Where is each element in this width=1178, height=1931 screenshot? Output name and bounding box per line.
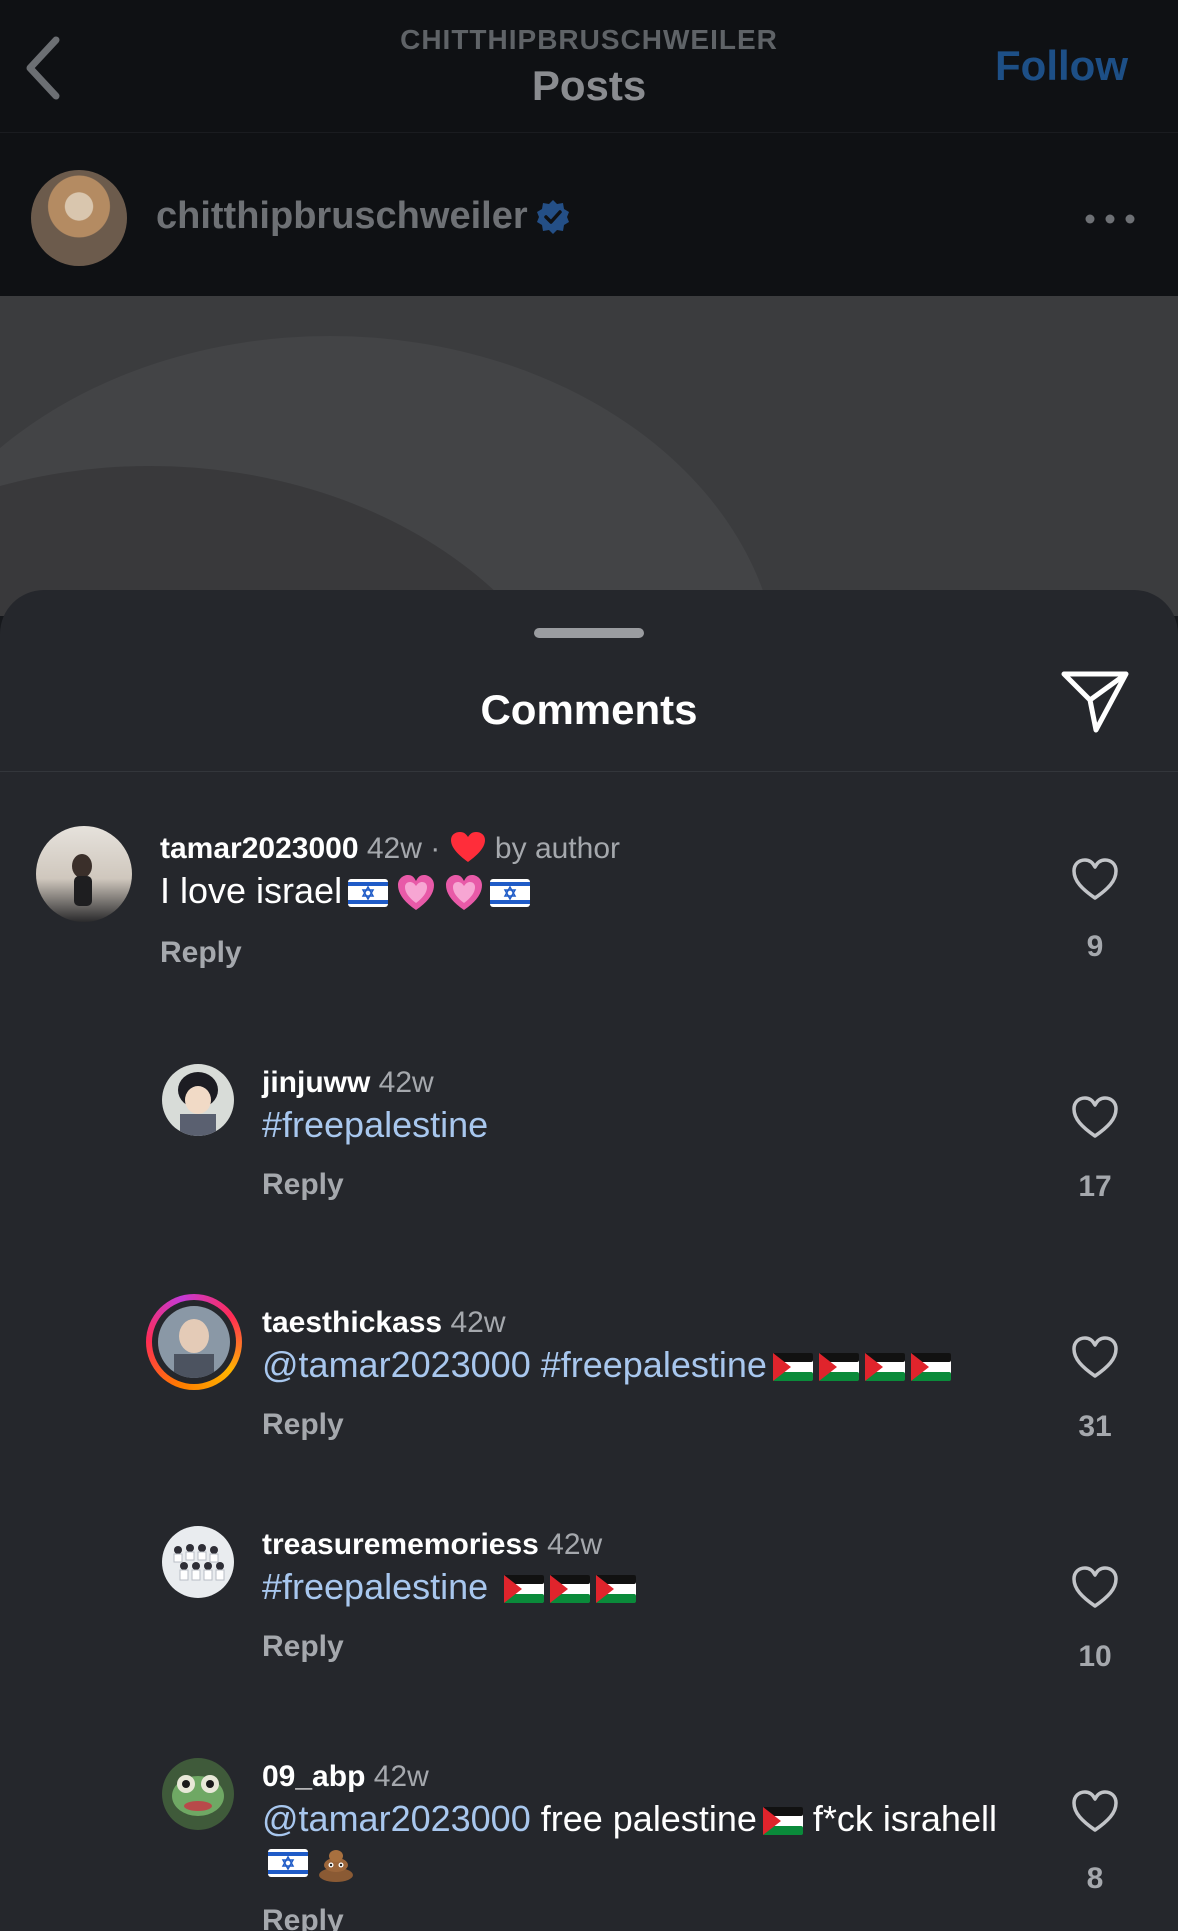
- comment-time: 42w: [547, 1528, 603, 1561]
- comments-title: Comments: [480, 686, 698, 733]
- like-count: 8: [1086, 1862, 1104, 1895]
- comment-text: I love israel: [160, 870, 531, 913]
- story-ring[interactable]: [146, 1294, 242, 1390]
- sheet-drag-handle[interactable]: [534, 628, 644, 638]
- like-count: 10: [1078, 1640, 1112, 1673]
- israel-flag-icon: [268, 1849, 308, 1878]
- heart-outline-icon[interactable]: [1070, 856, 1120, 902]
- comment-body: I love israel: [160, 870, 343, 911]
- like-count: 9: [1086, 930, 1104, 963]
- like-count: 17: [1078, 1170, 1112, 1203]
- israel-flag-icon: [348, 879, 389, 908]
- palestine-flag-icon: [864, 1353, 905, 1382]
- divider: [0, 771, 1178, 772]
- comment-header: treasurememoriess 42w: [262, 1528, 602, 1562]
- hashtag-link[interactable]: #freepalestine: [262, 1104, 488, 1145]
- palestine-flag-icon: [818, 1353, 859, 1382]
- reply-button[interactable]: Reply: [262, 1168, 344, 1202]
- comment-time: 42w: [450, 1306, 506, 1339]
- more-horizontal-icon[interactable]: [1084, 209, 1136, 229]
- hashtag-link[interactable]: #freepalestine: [262, 1566, 488, 1607]
- avatar[interactable]: [31, 170, 127, 266]
- avatar[interactable]: [162, 1758, 234, 1830]
- comment-body: israhell: [882, 1798, 997, 1839]
- comment-header: taesthickass 42w: [262, 1306, 506, 1340]
- comments-sheet: Comments tamar2023000 42w · by author I …: [0, 590, 1178, 1931]
- send-icon[interactable]: [1060, 670, 1130, 734]
- comment-text: #freepalestine: [262, 1104, 488, 1146]
- mention-link[interactable]: @tamar2023000: [262, 1798, 531, 1839]
- israel-flag-icon: [490, 879, 531, 908]
- reply-button[interactable]: Reply: [262, 1408, 344, 1442]
- pink-heart-icon: [446, 875, 483, 911]
- top-bar: CHITTHIPBRUSCHWEILER Posts Follow: [0, 0, 1178, 132]
- heart-outline-icon[interactable]: [1070, 1094, 1120, 1140]
- comment-time: 42w: [366, 832, 422, 865]
- avatar[interactable]: [162, 1526, 234, 1598]
- avatar[interactable]: [162, 1064, 234, 1136]
- comment-username[interactable]: 09_abp: [262, 1760, 365, 1793]
- follow-button[interactable]: Follow: [995, 42, 1128, 90]
- palestine-flag-icon: [504, 1575, 545, 1604]
- post-image: [0, 296, 1178, 616]
- palestine-flag-icon: [596, 1575, 637, 1604]
- comment-username[interactable]: jinjuww: [262, 1066, 370, 1099]
- reply-button[interactable]: Reply: [160, 936, 242, 970]
- comment-text: #freepalestine: [262, 1566, 637, 1608]
- palestine-flag-icon: [910, 1353, 951, 1382]
- hashtag-link[interactable]: #freepalestine: [541, 1344, 767, 1385]
- palestine-flag-icon: [550, 1575, 591, 1604]
- palestine-flag-icon: [772, 1353, 813, 1382]
- comment-header: jinjuww 42w: [262, 1066, 434, 1100]
- heart-outline-icon[interactable]: [1070, 1334, 1120, 1380]
- separator: ·: [421, 832, 449, 865]
- comment-text: @tamar2023000 free palestine f*ck israhe…: [262, 1798, 1022, 1883]
- avatar: [158, 1306, 230, 1378]
- heart-outline-icon[interactable]: [1070, 1564, 1120, 1610]
- liked-by-author-label: by author: [494, 832, 621, 865]
- mention-link[interactable]: @tamar2023000: [262, 1344, 531, 1385]
- post-author-username[interactable]: chitthipbruschweiler: [156, 195, 528, 238]
- comment-time: 42w: [378, 1066, 434, 1099]
- heart-filled-icon: [450, 832, 485, 862]
- like-count: 31: [1078, 1410, 1112, 1443]
- comment-text: @tamar2023000 #freepalestine: [262, 1344, 951, 1386]
- comment-body: free palestine: [540, 1798, 757, 1839]
- reply-button[interactable]: Reply: [262, 1904, 344, 1931]
- avatar[interactable]: [36, 826, 132, 922]
- comment-header: 09_abp 42w: [262, 1760, 429, 1794]
- post-author-bar: chitthipbruschweiler: [0, 132, 1178, 296]
- comment-time: 42w: [373, 1760, 429, 1793]
- pink-heart-icon: [398, 875, 435, 911]
- comment-username[interactable]: treasurememoriess: [262, 1528, 539, 1561]
- comment-username[interactable]: taesthickass: [262, 1306, 442, 1339]
- heart-outline-icon[interactable]: [1070, 1788, 1120, 1834]
- reply-button[interactable]: Reply: [262, 1630, 344, 1664]
- palestine-flag-icon: [762, 1807, 803, 1836]
- comment-username[interactable]: tamar2023000: [160, 832, 359, 865]
- comment-body: f*ck: [812, 1798, 873, 1839]
- verified-badge-icon: [537, 200, 569, 234]
- poop-emoji-icon: [319, 1850, 353, 1883]
- comment-header: tamar2023000 42w · by author: [160, 830, 620, 866]
